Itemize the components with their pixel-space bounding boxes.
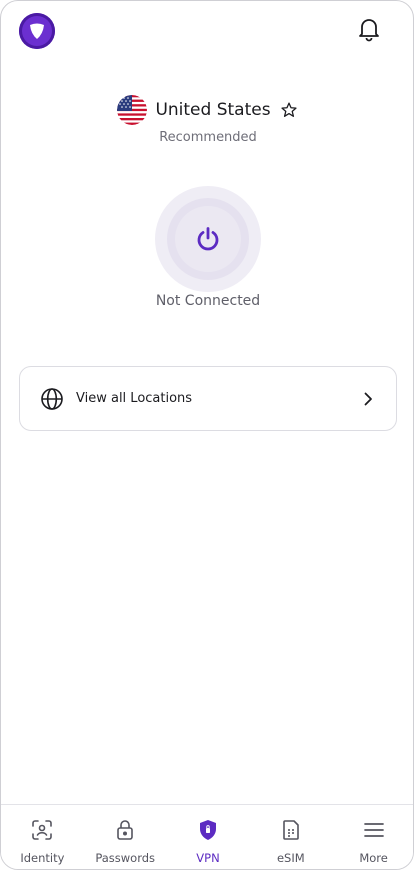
nav-label: eSIM bbox=[276, 851, 305, 865]
power-button-halo bbox=[155, 186, 261, 292]
power-button-ring bbox=[167, 198, 249, 280]
sim-card-icon bbox=[278, 817, 304, 843]
chevron-right-icon bbox=[360, 391, 376, 407]
vpn-shield-icon bbox=[195, 817, 221, 843]
country-name: United States bbox=[155, 100, 271, 120]
view-all-locations-button[interactable]: View all Locations bbox=[19, 366, 397, 431]
shield-logo-icon bbox=[30, 23, 44, 39]
favorite-button[interactable] bbox=[279, 100, 299, 120]
us-flag-icon bbox=[117, 95, 148, 125]
nav-label: VPN bbox=[196, 851, 220, 865]
menu-icon bbox=[361, 817, 387, 843]
star-outline-icon bbox=[280, 102, 297, 117]
connect-power-button[interactable] bbox=[175, 206, 241, 272]
nav-item-esim[interactable]: eSIM bbox=[249, 805, 332, 869]
selected-location[interactable]: United States bbox=[1, 95, 413, 125]
location-subtitle: Recommended bbox=[159, 130, 257, 145]
nav-item-vpn[interactable]: VPN bbox=[167, 805, 250, 869]
face-scan-icon bbox=[29, 817, 55, 843]
app-logo[interactable] bbox=[19, 13, 55, 49]
bottom-navigation: Identity Passwords VPN eSIM More bbox=[1, 804, 413, 869]
lock-icon bbox=[112, 817, 138, 843]
power-icon bbox=[197, 227, 219, 251]
nav-item-identity[interactable]: Identity bbox=[1, 805, 84, 869]
nav-label: Identity bbox=[20, 851, 65, 865]
globe-icon bbox=[40, 387, 64, 411]
view-all-locations-label: View all Locations bbox=[76, 391, 193, 406]
nav-item-more[interactable]: More bbox=[332, 805, 413, 869]
nav-label: More bbox=[359, 851, 388, 865]
connection-status: Not Connected bbox=[155, 293, 261, 309]
app-screen: United States Recommended Not Connected bbox=[0, 0, 414, 870]
nav-label: Passwords bbox=[95, 851, 156, 865]
nav-item-passwords[interactable]: Passwords bbox=[84, 805, 167, 869]
notifications-button[interactable] bbox=[356, 15, 382, 43]
bell-icon bbox=[359, 19, 379, 42]
